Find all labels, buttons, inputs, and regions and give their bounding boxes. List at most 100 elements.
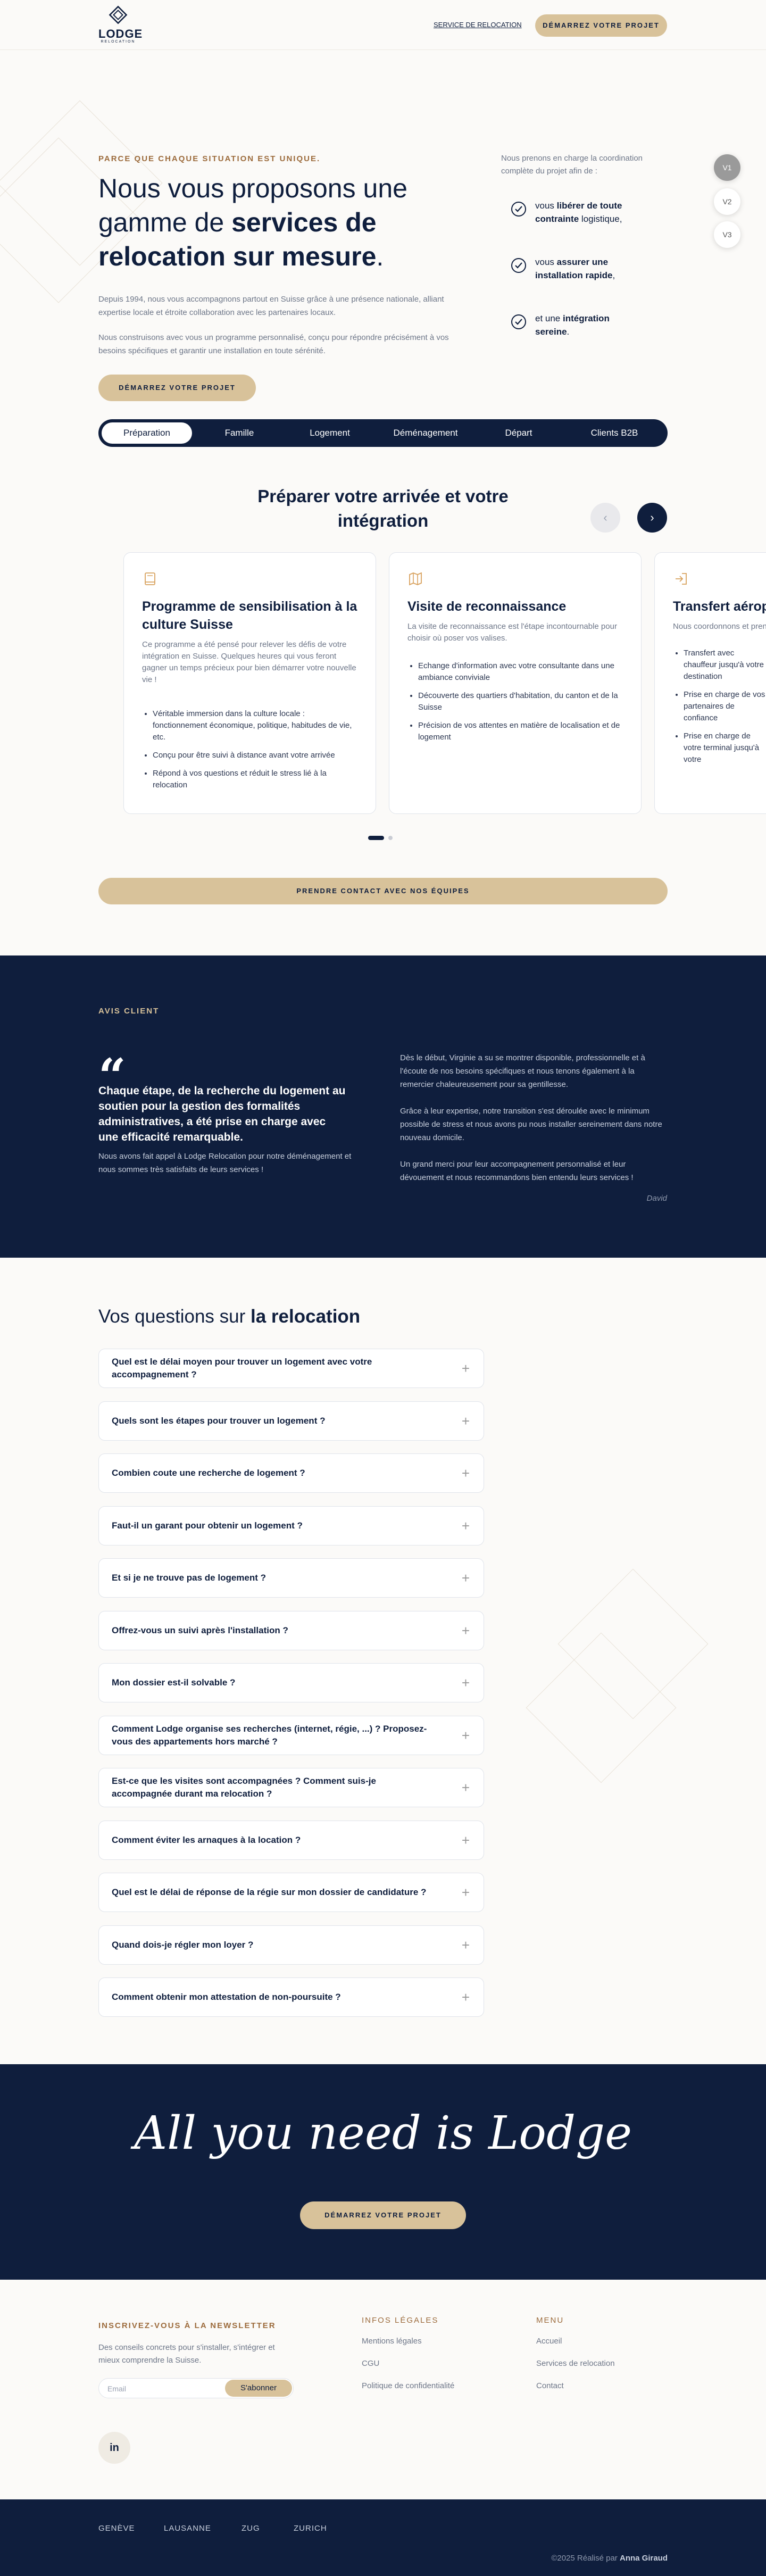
link-privacy[interactable]: Politique de confidentialité xyxy=(362,2380,454,2392)
faq-question: Combien coute une recherche de logement … xyxy=(112,1468,305,1478)
plus-icon[interactable]: + xyxy=(462,1780,470,1795)
review-paragraph: Dès le début, Virginie a su se montrer d… xyxy=(400,1053,645,1089)
service-card: Programme de sensibilisation à la cultur… xyxy=(123,552,376,814)
footer-bottom: GENÈVE LAUSANNE ZUG ZURICH ©2025 Réalisé… xyxy=(0,2499,766,2576)
contact-teams-button[interactable]: PRENDRE CONTACT AVEC NOS ÉQUIPES xyxy=(98,878,668,904)
site-header: LODGE RELOCATION SERVICE DE RELOCATION D… xyxy=(0,0,766,50)
version-button-v1[interactable]: V1 xyxy=(714,154,740,181)
faq-question: Offrez-vous un suivi après l'installatio… xyxy=(112,1625,288,1635)
plus-icon[interactable]: + xyxy=(462,1938,470,1952)
check-circle-icon xyxy=(511,258,526,273)
carousel-dots xyxy=(368,833,397,843)
version-button-v2[interactable]: V2 xyxy=(714,188,740,215)
faq-item[interactable]: Combien coute une recherche de logement … xyxy=(98,1453,484,1493)
faq-question: Mon dossier est-il solvable ? xyxy=(112,1677,236,1688)
city-zug[interactable]: ZUG xyxy=(242,2524,260,2533)
link-services[interactable]: Services de relocation xyxy=(536,2357,615,2370)
subscribe-button[interactable]: S'abonner xyxy=(225,2380,292,2397)
faq-question: Faut-il un garant pour obtenir un logeme… xyxy=(112,1520,303,1531)
city-zurich[interactable]: ZURICH xyxy=(294,2524,327,2533)
plus-icon[interactable]: + xyxy=(462,1361,470,1376)
plus-icon[interactable]: + xyxy=(462,1833,470,1848)
hero-cta-button[interactable]: DÉMARREZ VOTRE PROJET xyxy=(98,375,256,401)
service-tabs: Préparation Famille Logement Déménagemen… xyxy=(98,419,668,447)
review-section: AVIS CLIENT “ Chaque étape, de la recher… xyxy=(0,955,766,1258)
city-lausanne[interactable]: LAUSANNE xyxy=(164,2524,211,2533)
faq-question: Quels sont les étapes pour trouver un lo… xyxy=(112,1415,326,1426)
faq-item[interactable]: Offrez-vous un suivi après l'installatio… xyxy=(98,1610,484,1650)
plus-icon[interactable]: + xyxy=(462,1466,470,1481)
tab-depart[interactable]: Départ xyxy=(479,422,559,444)
faq-title-bold: la relocation xyxy=(251,1306,361,1327)
card-list: Véritable immersion dans la culture loca… xyxy=(153,708,360,797)
list-item: Découverte des quartiers d'habitation, d… xyxy=(418,690,626,713)
legal-title: INFOS LÉGALES xyxy=(362,2316,439,2325)
faq-item[interactable]: Est-ce que les visites sont accompagnées… xyxy=(98,1768,484,1807)
faq-item[interactable]: Quels sont les étapes pour trouver un lo… xyxy=(98,1401,484,1441)
feature-item: et une intégration sereine. xyxy=(511,312,638,344)
card-title: Visite de reconnaissance xyxy=(407,599,567,614)
email-placeholder: Email xyxy=(107,2384,127,2393)
plus-icon[interactable]: + xyxy=(462,1518,470,1533)
faq-item[interactable]: Quel est le délai de réponse de la régie… xyxy=(98,1873,484,1912)
site-footer: INSCRIVEZ-VOUS À LA NEWSLETTER Des conse… xyxy=(0,2280,766,2499)
tab-logement[interactable]: Logement xyxy=(287,422,372,444)
tab-demenagement[interactable]: Déménagement xyxy=(375,422,476,444)
list-item: Conçu pour être suivi à distance avant v… xyxy=(153,750,360,761)
list-item: Prise en charge de votre terminal jusqu'… xyxy=(684,730,766,766)
link-mentions-legales[interactable]: Mentions légales xyxy=(362,2335,422,2348)
city-geneve[interactable]: GENÈVE xyxy=(98,2524,135,2533)
nav-service-relocation[interactable]: SERVICE DE RELOCATION xyxy=(434,21,522,29)
check-circle-icon xyxy=(511,314,526,329)
faq-question: Quand dois-je régler mon loyer ? xyxy=(112,1939,254,1950)
cta-section: All you need is Lodge DÉMARREZ VOTRE PRO… xyxy=(0,2064,766,2280)
faq-item[interactable]: Comment éviter les arnaques à la locatio… xyxy=(98,1820,484,1860)
logo-mark-icon xyxy=(109,5,128,24)
link-contact[interactable]: Contact xyxy=(536,2380,564,2392)
linkedin-icon[interactable]: in xyxy=(98,2432,130,2464)
faq-item[interactable]: Comment obtenir mon attestation de non-p… xyxy=(98,1977,484,2017)
credit-name[interactable]: Anna Giraud xyxy=(620,2554,668,2563)
faq-title-pre: Vos questions sur xyxy=(98,1306,251,1327)
plus-icon[interactable]: + xyxy=(462,1623,470,1638)
plus-icon[interactable]: + xyxy=(462,1570,470,1585)
link-cgu[interactable]: CGU xyxy=(362,2357,379,2370)
link-accueil[interactable]: Accueil xyxy=(536,2335,562,2348)
feature-item: vous libérer de toute contrainte logisti… xyxy=(511,199,638,231)
plus-icon[interactable]: + xyxy=(462,1885,470,1900)
faq-item[interactable]: Quand dois-je régler mon loyer ? + xyxy=(98,1925,484,1965)
header-cta-button[interactable]: DÉMARREZ VOTRE PROJET xyxy=(535,14,667,37)
faq-item[interactable]: Mon dossier est-il solvable ? + xyxy=(98,1663,484,1702)
plus-icon[interactable]: + xyxy=(462,1414,470,1428)
plus-icon[interactable]: + xyxy=(462,1675,470,1690)
faq-item[interactable]: Comment Lodge organise ses recherches (i… xyxy=(98,1715,484,1755)
feature-item: vous assurer une installation rapide, xyxy=(511,255,638,287)
tab-famille[interactable]: Famille xyxy=(199,422,279,444)
credit-text: ©2025 Réalisé par xyxy=(551,2554,620,2563)
menu-title: MENU xyxy=(536,2316,564,2325)
feature-text: vous libérer de toute contrainte logisti… xyxy=(535,201,622,224)
carousel-prev-button[interactable]: ‹ xyxy=(590,503,620,533)
faq-item[interactable]: Faut-il un garant pour obtenir un logeme… xyxy=(98,1506,484,1545)
version-button-v3[interactable]: V3 xyxy=(714,221,740,248)
faq-item[interactable]: Et si je ne trouve pas de logement ? + xyxy=(98,1558,484,1598)
logo[interactable]: LODGE RELOCATION xyxy=(98,4,142,46)
faq-item[interactable]: Quel est le délai moyen pour trouver un … xyxy=(98,1349,484,1388)
carousel-dot[interactable] xyxy=(388,835,393,840)
tab-clients-b2b[interactable]: Clients B2B xyxy=(569,422,660,444)
carousel-dot-active[interactable] xyxy=(368,835,384,840)
service-card: Transfert aéroport Nous coordonnons et p… xyxy=(654,552,766,814)
card-lead: La visite de reconnaissance est l'étape … xyxy=(407,622,617,643)
tagline-script: All you need is Lodge xyxy=(134,2107,632,2160)
faq-question: Quel est le délai de réponse de la régie… xyxy=(112,1887,427,1897)
plus-icon[interactable]: + xyxy=(462,1990,470,2005)
tab-preparation[interactable]: Préparation xyxy=(102,422,192,444)
list-item: Véritable immersion dans la culture loca… xyxy=(153,708,360,743)
newsletter-email-input[interactable]: Email S'abonner xyxy=(98,2378,294,2398)
cta-start-project-button[interactable]: DÉMARREZ VOTRE PROJET xyxy=(300,2201,466,2229)
carousel-next-button[interactable]: › xyxy=(637,503,667,533)
review-paragraph: Grâce à leur expertise, notre transition… xyxy=(400,1107,662,1142)
review-intro: Nous avons fait appel à Lodge Relocation… xyxy=(98,1152,352,1174)
plus-icon[interactable]: + xyxy=(462,1728,470,1743)
login-icon xyxy=(676,573,687,585)
